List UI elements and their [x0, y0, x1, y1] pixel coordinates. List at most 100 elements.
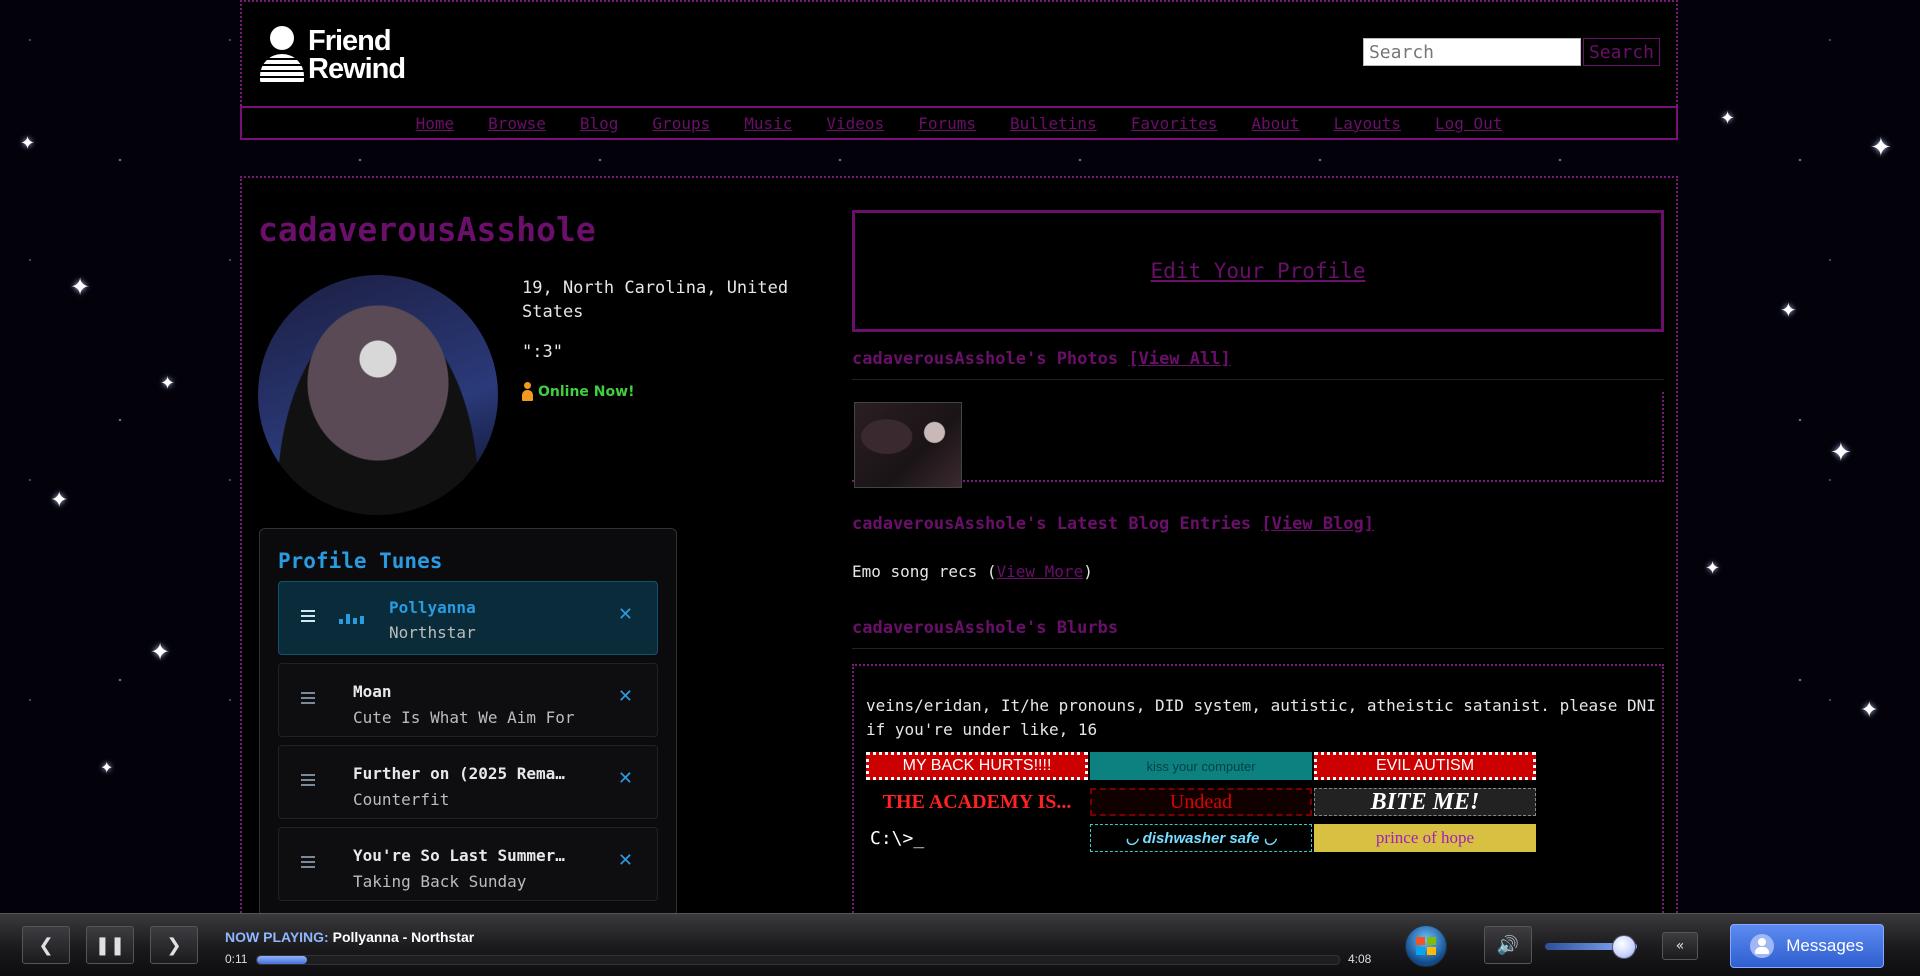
edit-profile-box: Edit Your Profile	[852, 210, 1664, 332]
blurb-box: veins/eridan, It/he pronouns, DID system…	[852, 664, 1664, 916]
tune-title: You're So Last Summer…	[353, 846, 565, 865]
blurbs-heading: cadaverousAsshole's Blurbs	[852, 618, 1664, 649]
profile-location: 19, North Carolina, United States	[522, 278, 789, 322]
windows-logo-icon[interactable]	[1405, 925, 1447, 967]
drag-handle-icon[interactable]	[301, 692, 315, 704]
progress-fill	[257, 956, 307, 964]
view-blog-link[interactable]: [View Blog]	[1261, 514, 1374, 534]
blog-heading: cadaverousAsshole's Latest Blog Entries …	[852, 514, 1664, 544]
photos-heading-text: cadaverousAsshole's Photos	[852, 349, 1119, 369]
stamp-academy: THE ACADEMY IS...	[866, 788, 1088, 816]
stamp-dishwasher: ◡ dishwasher safe ◡	[1090, 824, 1312, 852]
remove-tune-icon[interactable]: ✕	[618, 850, 633, 871]
star-icon: ✦	[160, 373, 176, 394]
drag-handle-icon[interactable]	[301, 856, 315, 868]
profile-tunes-heading: Profile Tunes	[278, 549, 443, 573]
nav-favorites[interactable]: Favorites	[1131, 114, 1218, 133]
now-playing-label: NOW PLAYING:	[225, 929, 329, 945]
pause-button[interactable]: ❚❚	[86, 926, 134, 964]
view-all-photos-link[interactable]: [View All]	[1128, 349, 1230, 369]
logo-person-icon	[260, 26, 304, 84]
stamp-bite-me: BITE ME!	[1314, 788, 1536, 816]
stamp-undead: Undead	[1090, 788, 1312, 816]
remove-tune-icon[interactable]: ✕	[618, 686, 633, 707]
star-icon: ✦	[1870, 133, 1892, 163]
total-time: 4:08	[1348, 952, 1372, 966]
view-more-link[interactable]: View More	[997, 562, 1084, 581]
nav-layouts[interactable]: Layouts	[1334, 114, 1401, 133]
main-nav: Home Browse Blog Groups Music Videos For…	[240, 106, 1678, 140]
profile-tunes-panel: Profile Tunes Pollyanna Northstar ✕ Moan…	[259, 528, 677, 916]
profile-info: 19, North Carolina, United States ":3" O…	[522, 276, 822, 404]
star-icon: ✦	[1705, 558, 1721, 579]
star-icon: ✦	[1720, 108, 1736, 129]
online-person-icon	[522, 382, 533, 402]
speaker-icon: 🔊	[1496, 934, 1520, 956]
tune-artist: Counterfit	[353, 790, 450, 809]
photos-heading: cadaverousAsshole's Photos [View All]	[852, 349, 1664, 380]
stamp-prince-of-hope: prince of hope	[1314, 824, 1536, 852]
chevron-left-icon: ❮	[38, 934, 54, 956]
nav-blog[interactable]: Blog	[580, 114, 619, 133]
nav-browse[interactable]: Browse	[488, 114, 546, 133]
search-input[interactable]	[1362, 38, 1581, 66]
tune-artist: Northstar	[389, 623, 476, 642]
photos-box	[852, 392, 1664, 488]
messages-label: Messages	[1786, 936, 1864, 955]
music-player-bar: ❮ ❚❚ ❯ NOW PLAYING: Pollyanna - Northsta…	[0, 913, 1920, 976]
tune-item[interactable]: You're So Last Summer… Taking Back Sunda…	[278, 827, 658, 901]
site-logo[interactable]: Friend Rewind	[260, 25, 406, 84]
search-button[interactable]: Search	[1582, 38, 1660, 66]
stamp-back-hurts: MY BACK HURTS!!!!	[866, 752, 1088, 780]
logo-line-1: Friend	[308, 25, 392, 57]
site-header: Friend Rewind Search	[240, 0, 1678, 106]
blog-entry-title: Emo song recs (	[852, 562, 997, 581]
tune-artist: Cute Is What We Aim For	[353, 708, 575, 727]
collapse-player-button[interactable]: «	[1662, 932, 1698, 960]
nav-bulletins[interactable]: Bulletins	[1010, 114, 1097, 133]
messages-button[interactable]: Messages	[1730, 924, 1884, 968]
edit-profile-link[interactable]: Edit Your Profile	[1151, 259, 1366, 283]
tune-item[interactable]: Further on (2025 Rema… Counterfit ✕	[278, 745, 658, 819]
remove-tune-icon[interactable]: ✕	[618, 768, 633, 789]
now-playing: NOW PLAYING: Pollyanna - Northstar	[225, 929, 474, 945]
online-label: Online Now!	[538, 384, 635, 400]
equalizer-icon	[339, 612, 369, 624]
tune-item[interactable]: Moan Cute Is What We Aim For ✕	[278, 663, 658, 737]
tune-item[interactable]: Pollyanna Northstar ✕	[278, 581, 658, 655]
nav-logout[interactable]: Log Out	[1435, 114, 1502, 133]
search-bar: Search	[1362, 38, 1660, 66]
previous-button[interactable]: ❮	[22, 926, 70, 964]
nav-music[interactable]: Music	[744, 114, 792, 133]
nav-about[interactable]: About	[1251, 114, 1299, 133]
stamp-cmd: C:\>_	[866, 824, 1088, 852]
next-button[interactable]: ❯	[150, 926, 198, 964]
progress-bar[interactable]	[256, 955, 1340, 965]
nav-videos[interactable]: Videos	[826, 114, 884, 133]
profile-avatar[interactable]	[258, 275, 498, 515]
drag-handle-icon[interactable]	[301, 774, 315, 786]
nav-home[interactable]: Home	[416, 114, 455, 133]
volume-slider-thumb[interactable]	[1612, 935, 1637, 959]
profile-username: cadaverousAsshole	[258, 210, 596, 249]
star-icon: ✦	[1780, 298, 1797, 322]
user-icon	[1750, 934, 1775, 958]
profile-main: cadaverousAsshole 19, North Carolina, Un…	[240, 176, 1678, 916]
star-icon: ✦	[150, 638, 171, 666]
drag-handle-icon[interactable]	[301, 610, 315, 622]
blog-entry-close: )	[1083, 562, 1093, 581]
remove-tune-icon[interactable]: ✕	[618, 604, 633, 625]
blog-entry: Emo song recs (View More)	[852, 562, 1093, 581]
volume-button[interactable]: 🔊	[1484, 926, 1532, 964]
photo-thumbnail[interactable]	[854, 402, 962, 488]
tune-title: Moan	[353, 682, 392, 701]
blurb-text: veins/eridan, It/he pronouns, DID system…	[866, 696, 1656, 739]
star-icon: ✦	[100, 758, 114, 777]
stamp-evil-autism: EVIL AUTISM	[1314, 752, 1536, 780]
tune-title: Further on (2025 Rema…	[353, 764, 565, 783]
star-icon: ✦	[1830, 438, 1852, 468]
nav-groups[interactable]: Groups	[652, 114, 710, 133]
star-icon: ✦	[50, 488, 69, 513]
now-playing-value: Pollyanna - Northstar	[332, 929, 475, 945]
nav-forums[interactable]: Forums	[918, 114, 976, 133]
